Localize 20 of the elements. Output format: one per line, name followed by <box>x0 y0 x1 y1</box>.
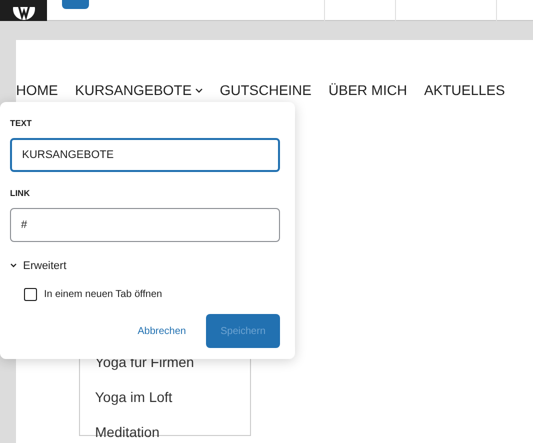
toolbar-button[interactable] <box>62 0 89 9</box>
nav-link[interactable]: ÜBER MICH <box>328 80 408 101</box>
nav-link[interactable]: HOME <box>16 80 58 101</box>
wordpress-icon <box>12 7 36 21</box>
chevron-icon <box>10 263 17 268</box>
nav-link[interactable]: AKTUELLES <box>424 80 505 101</box>
wordpress-logo-tile[interactable] <box>0 0 47 21</box>
checkbox[interactable] <box>24 288 37 301</box>
nav-link[interactable]: GUTSCHEINE <box>220 80 312 101</box>
checkbox-label: In einem neuen Tab öffnen <box>44 288 162 302</box>
cancel-button[interactable]: Abbrechen <box>132 314 192 348</box>
field-label: LINK <box>10 186 31 200</box>
input-field[interactable]: KURSANGEBOTE <box>10 138 280 172</box>
field-label: TEXT <box>10 117 33 130</box>
submenu-link[interactable]: Yoga im Loft <box>95 389 235 405</box>
advanced-toggle[interactable]: Erweitert <box>10 258 66 274</box>
submenu-link[interactable]: Meditation <box>95 424 235 440</box>
chevron-down-icon <box>194 88 203 93</box>
input-field[interactable]: # <box>10 208 280 242</box>
nav-link[interactable]: KURSANGEBOTE <box>75 80 203 101</box>
